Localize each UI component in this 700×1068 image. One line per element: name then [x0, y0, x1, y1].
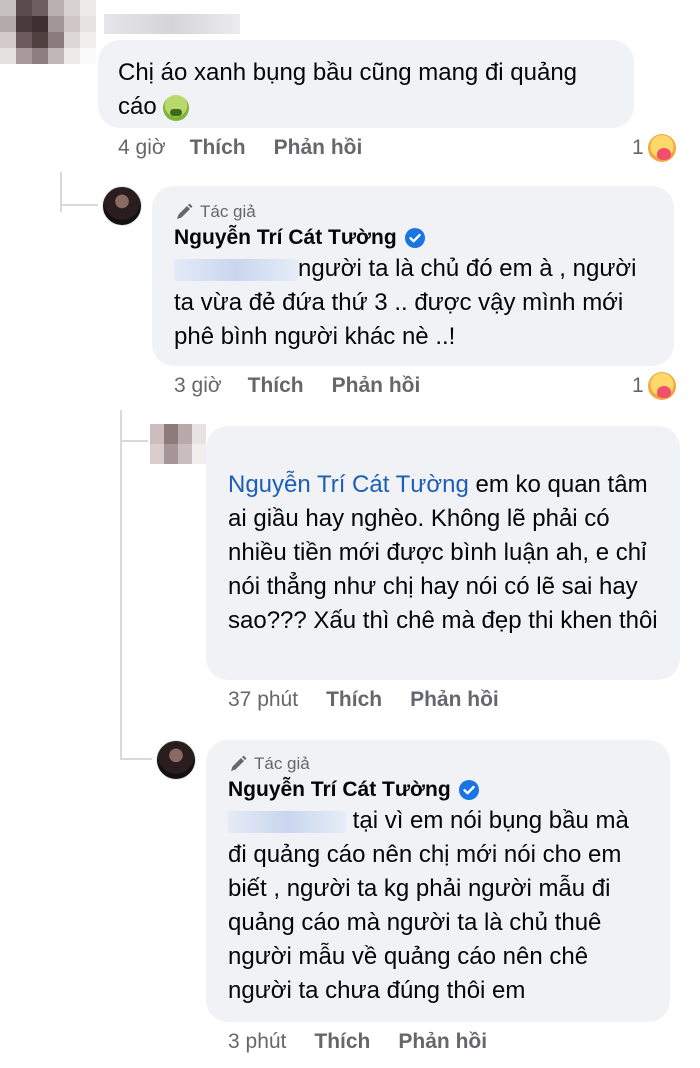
reply-actions: 37 phút Thích Phản hồi	[228, 688, 499, 712]
reply-text: Nguyễn Trí Cát Tường em ko quan tâm ai g…	[228, 471, 658, 634]
reply-button[interactable]: Phản hồi	[398, 1030, 487, 1054]
reply-bubble: Tác giả Nguyễn Trí Cát Tường người ta là…	[152, 186, 674, 366]
thread-line-nested-branch1	[120, 440, 148, 442]
reply-bubble: Tác giả Nguyễn Trí Cát Tường tại vì em n…	[206, 740, 670, 1022]
comment-text: Chị áo xanh bụng bầu cũng mang đi quảng …	[118, 59, 584, 121]
reply-timestamp[interactable]: 37 phút	[228, 688, 298, 712]
author-tag: Tác giả	[228, 754, 650, 774]
reply-actions: 3 phút Thích Phản hồi	[228, 1030, 487, 1054]
verified-badge-icon	[458, 780, 479, 800]
reaction-count: 1	[632, 374, 644, 397]
like-button[interactable]: Thích	[314, 1030, 370, 1054]
thread-line-nested-branch2	[120, 758, 152, 760]
reply-button[interactable]: Phản hồi	[332, 374, 421, 398]
care-reaction-icon	[647, 134, 676, 162]
reply-text: người ta là chủ đó em à , người ta vừa đ…	[174, 255, 644, 350]
avatar-censored[interactable]	[0, 0, 96, 72]
author-name[interactable]: Nguyễn Trí Cát Tường	[228, 778, 650, 802]
author-tag-label: Tác giả	[254, 754, 310, 773]
thread-line-main	[60, 172, 62, 212]
reaction-summary[interactable]: 1	[632, 134, 676, 162]
censored-username	[104, 14, 240, 34]
like-button[interactable]: Thích	[190, 136, 246, 160]
reply-button[interactable]: Phản hồi	[274, 136, 363, 160]
reply-button[interactable]: Phản hồi	[410, 688, 499, 712]
reaction-count: 1	[632, 136, 644, 159]
reply-actions: 3 giờ Thích Phản hồi	[174, 374, 420, 398]
nauseated-face-emoji	[163, 94, 190, 121]
pen-icon	[231, 755, 247, 771]
author-avatar[interactable]	[156, 740, 196, 780]
author-tag-label: Tác giả	[200, 202, 256, 221]
pen-icon	[177, 203, 193, 219]
verified-badge-icon	[404, 228, 425, 248]
reply-text: tại vì em nói bụng bầu mà đi quảng cáo n…	[228, 807, 636, 1004]
reply-bubble: Nguyễn Trí Cát Tường em ko quan tâm ai g…	[206, 426, 680, 680]
reply-timestamp[interactable]: 3 phút	[228, 1030, 286, 1054]
author-avatar[interactable]	[102, 186, 142, 226]
reply-timestamp[interactable]: 3 giờ	[174, 374, 222, 398]
author-mention-link[interactable]: Nguyễn Trí Cát Tường	[228, 471, 469, 498]
author-name[interactable]: Nguyễn Trí Cát Tường	[174, 226, 654, 250]
author-name-text: Nguyễn Trí Cát Tường	[228, 778, 451, 801]
like-button[interactable]: Thích	[326, 688, 382, 712]
reaction-summary[interactable]: 1	[632, 372, 676, 400]
censored-mention	[228, 810, 346, 833]
comment-bubble: Chị áo xanh bụng bầu cũng mang đi quảng …	[98, 40, 634, 128]
like-button[interactable]: Thích	[248, 374, 304, 398]
care-reaction-icon	[647, 372, 676, 400]
avatar-censored[interactable]	[150, 424, 206, 464]
censored-mention	[174, 258, 298, 281]
thread-line-nested	[120, 410, 122, 760]
thread-line-main-curve	[60, 204, 98, 206]
author-name-text: Nguyễn Trí Cát Tường	[174, 226, 397, 249]
comment-timestamp[interactable]: 4 giờ	[118, 136, 166, 160]
comment-actions: 4 giờ Thích Phản hồi	[118, 136, 362, 160]
author-tag: Tác giả	[174, 202, 654, 222]
